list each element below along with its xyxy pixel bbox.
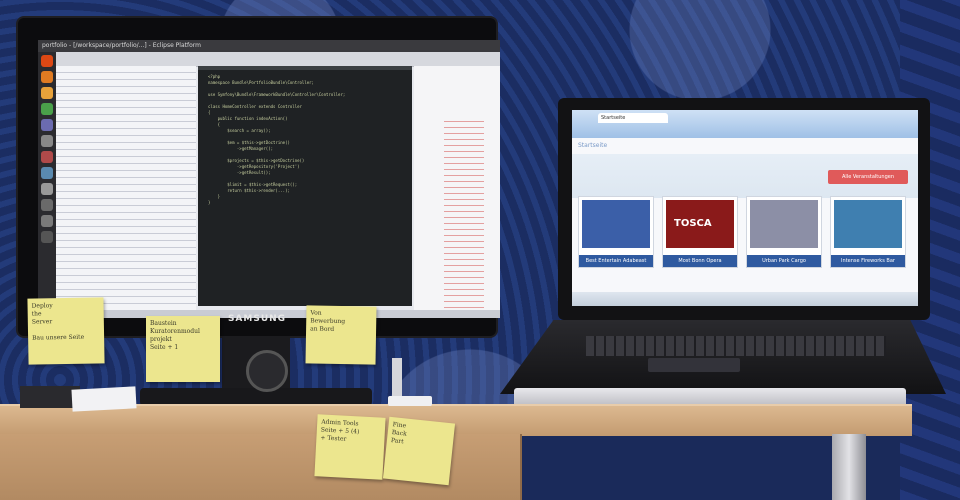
- ide-toolbar[interactable]: [56, 52, 500, 67]
- note-line: Baustein: [150, 320, 177, 327]
- event-caption: Best Entertain Adabeast: [579, 255, 653, 267]
- event-card[interactable]: TOSCA Most Bonn Opera: [662, 196, 738, 268]
- laptop-keyboard: [586, 336, 886, 356]
- windows-taskbar[interactable]: [572, 292, 918, 306]
- app-icon[interactable]: [41, 167, 53, 179]
- app-icon[interactable]: [41, 151, 53, 163]
- chrome-icon[interactable]: [41, 103, 53, 115]
- event-image: [582, 200, 650, 248]
- wristwatch: [246, 350, 288, 392]
- app-icon[interactable]: [41, 199, 53, 211]
- terminal-icon[interactable]: [41, 135, 53, 147]
- browser-toolbar[interactable]: Startseite: [572, 110, 918, 138]
- app-icon[interactable]: [41, 183, 53, 195]
- trash-icon[interactable]: [41, 231, 53, 243]
- event-image: [834, 200, 902, 248]
- desktop-monitor: portfolio - [/workspace/portfolio/...] -…: [18, 18, 500, 336]
- ide-title-bar: portfolio - [/workspace/portfolio/...] -…: [38, 40, 500, 52]
- app-icon[interactable]: [41, 215, 53, 227]
- note-line: an Bord: [310, 325, 335, 333]
- event-image: TOSCA: [666, 200, 734, 248]
- sticky-note: Admin Tools Seite + 5 (4) + Tester: [314, 414, 386, 480]
- event-card[interactable]: Best Entertain Adabeast: [578, 196, 654, 268]
- events-button[interactable]: Alle Veranstaltungen: [828, 170, 908, 184]
- code-line: }: [208, 200, 211, 205]
- note-line: Bau unsere Seite: [32, 333, 85, 342]
- sticky-note: Baustein Kuratorenmodul projekt Seite + 1: [146, 316, 220, 382]
- event-caption: Intense Fireworks Bar: [831, 255, 905, 267]
- sticky-note: Fine Back Part: [382, 416, 456, 486]
- firefox-icon[interactable]: [41, 87, 53, 99]
- event-image: [750, 200, 818, 248]
- browser-tab[interactable]: Startseite: [598, 113, 668, 123]
- page-header: Startseite: [578, 142, 608, 149]
- event-caption: Most Bonn Opera: [663, 255, 737, 267]
- sticky-note: Von Bewerbung an Bord: [305, 305, 377, 365]
- outline-panel[interactable]: [414, 66, 500, 310]
- event-caption: Urban Park Cargo: [747, 255, 821, 267]
- note-line: projekt: [150, 336, 172, 343]
- project-explorer-tree[interactable]: [56, 66, 196, 310]
- laptop-screen: Startseite Startseite Alle Veranstaltung…: [572, 110, 918, 306]
- event-thumbnails: Best Entertain Adabeast TOSCA Most Bonn Op…: [578, 196, 914, 270]
- code-editor[interactable]: <?php namespace Bundle\PortfolioBundle\Co…: [198, 70, 412, 306]
- ubuntu-logo-icon[interactable]: [41, 55, 53, 67]
- usb-device: [388, 396, 432, 406]
- note-line: Kuratorenmodul: [150, 328, 200, 335]
- event-card[interactable]: Intense Fireworks Bar: [830, 196, 906, 268]
- bottle: [392, 358, 402, 398]
- note-line: Seite + 1: [150, 344, 179, 351]
- laptop-base: [500, 320, 946, 394]
- poster-title: TOSCA: [674, 218, 712, 229]
- laptop-lid: Startseite Startseite Alle Veranstaltung…: [558, 98, 930, 320]
- ubuntu-launcher: [38, 52, 56, 318]
- eclipse-icon[interactable]: [41, 119, 53, 131]
- laptop-trackpad: [648, 358, 740, 372]
- desk-leg: [832, 434, 866, 500]
- sticky-note: Deploy the Server Bau unsere Seite: [27, 297, 105, 365]
- monitor-screen: portfolio - [/workspace/portfolio/...] -…: [38, 40, 500, 318]
- paper-stack: [71, 386, 137, 412]
- files-icon[interactable]: [41, 71, 53, 83]
- event-card[interactable]: Urban Park Cargo: [746, 196, 822, 268]
- desk-top: [0, 404, 912, 436]
